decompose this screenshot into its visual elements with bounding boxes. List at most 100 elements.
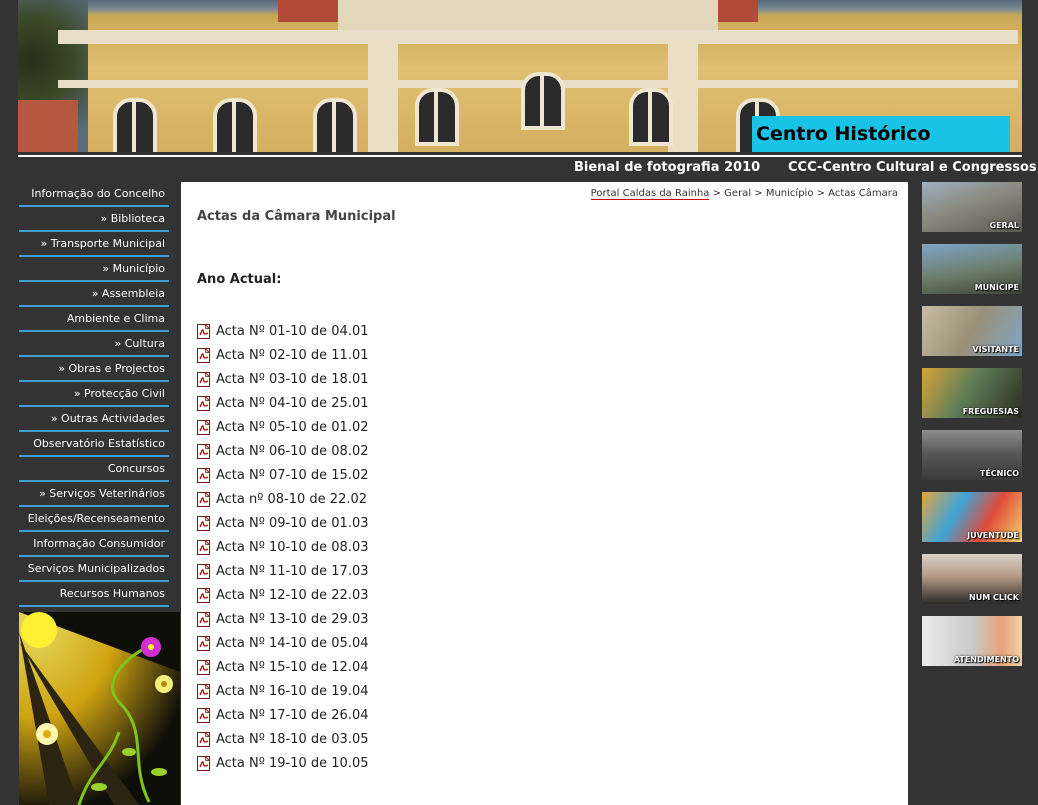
acta-link[interactable]: Acta Nº 19-10 de 10.05 [197, 751, 369, 775]
tile-label: GERAL [989, 221, 1019, 230]
pdf-file-icon [197, 707, 211, 723]
acta-link[interactable]: Acta Nº 11-10 de 17.03 [197, 559, 369, 583]
acta-link[interactable]: Acta Nº 13-10 de 29.03 [197, 607, 369, 631]
tile-num-click[interactable]: NUM CLICK [922, 554, 1022, 604]
tile-label: ATENDIMENTO [953, 655, 1019, 664]
pdf-file-icon [197, 443, 211, 459]
acta-label: Acta Nº 13-10 de 29.03 [216, 611, 369, 627]
tile-label: NUM CLICK [969, 593, 1019, 602]
pdf-file-icon [197, 323, 211, 339]
pdf-file-icon [197, 731, 211, 747]
pdf-file-icon [197, 515, 211, 531]
tile-label: FREGUESIAS [962, 407, 1019, 416]
pdf-file-icon [197, 395, 211, 411]
acta-link[interactable]: Acta Nº 02-10 de 11.01 [197, 343, 369, 367]
acta-label: Acta Nº 14-10 de 05.04 [216, 635, 369, 651]
tile-label: JUVENTUDE [967, 531, 1019, 540]
acta-label: Acta Nº 16-10 de 19.04 [216, 683, 369, 699]
acta-label: Acta Nº 15-10 de 12.04 [216, 659, 369, 675]
acta-link[interactable]: Acta Nº 04-10 de 25.01 [197, 391, 369, 415]
decorative-sun-flowers-image [19, 612, 180, 805]
acta-label: Acta nº 08-10 de 22.02 [216, 491, 368, 507]
tile-municipe[interactable]: MUNÍCIPE [922, 244, 1022, 294]
acta-label: Acta Nº 09-10 de 01.03 [216, 515, 369, 531]
acta-link[interactable]: Acta Nº 10-10 de 08.03 [197, 535, 369, 559]
acta-label: Acta Nº 10-10 de 08.03 [216, 539, 369, 555]
tile-freguesias[interactable]: FREGUESIAS [922, 368, 1022, 418]
acta-label: Acta Nº 06-10 de 08.02 [216, 443, 369, 459]
tile-juventude[interactable]: JUVENTUDE [922, 492, 1022, 542]
tile-tecnico[interactable]: TÉCNICO [922, 430, 1022, 480]
pdf-file-icon [197, 539, 211, 555]
banner-title: Centro Histórico [752, 116, 1010, 152]
nav-item-informacao-concelho[interactable]: Informação do Concelho [19, 182, 169, 207]
tile-visitante[interactable]: VISITANTE [922, 306, 1022, 356]
nav-item-observatorio-estatistico[interactable]: Observatório Estatístico [19, 432, 169, 457]
acta-link[interactable]: Acta Nº 05-10 de 01.02 [197, 415, 369, 439]
nav-item-biblioteca[interactable]: » Biblioteca [19, 207, 169, 232]
pdf-file-icon [197, 467, 211, 483]
nav-item-informacao-consumidor[interactable]: Informação Consumidor [19, 532, 169, 557]
acta-label: Acta Nº 18-10 de 03.05 [216, 731, 369, 747]
nav-item-proteccao-civil[interactable]: » Protecção Civil [19, 382, 169, 407]
acta-link[interactable]: Acta Nº 18-10 de 03.05 [197, 727, 369, 751]
breadcrumb: Portal Caldas da Rainha > Geral > Municí… [590, 188, 898, 200]
nav-item-municipio[interactable]: » Município [19, 257, 169, 282]
nav-item-ambiente-clima[interactable]: Ambiente e Clima [19, 307, 169, 332]
header-banner: Centro Histórico [18, 0, 1022, 152]
acta-label: Acta Nº 12-10 de 22.03 [216, 587, 369, 603]
header-divider [18, 155, 1022, 157]
acta-label: Acta Nº 01-10 de 04.01 [216, 323, 369, 339]
tile-atendimento[interactable]: ATENDIMENTO [922, 616, 1022, 666]
pdf-file-icon [197, 683, 211, 699]
nav-item-recursos-humanos[interactable]: Recursos Humanos [19, 582, 169, 607]
acta-link[interactable]: Acta Nº 06-10 de 08.02 [197, 439, 369, 463]
breadcrumb-trail: > Geral > Município > Actas Câmara [709, 188, 898, 199]
page-title: Actas da Câmara Municipal [197, 209, 396, 224]
tile-label: TÉCNICO [979, 469, 1019, 478]
acta-link[interactable]: Acta Nº 14-10 de 05.04 [197, 631, 369, 655]
nav-item-obras-projectos[interactable]: » Obras e Projectos [19, 357, 169, 382]
breadcrumb-home-link[interactable]: Portal Caldas da Rainha [590, 188, 710, 200]
pdf-file-icon [197, 659, 211, 675]
acta-link[interactable]: Acta Nº 15-10 de 12.04 [197, 655, 369, 679]
pdf-file-icon [197, 635, 211, 651]
left-navigation: Informação do Concelho » Biblioteca » Tr… [19, 182, 169, 607]
right-navigation: GERAL MUNÍCIPE VISITANTE FREGUESIAS TÉCN… [922, 182, 1022, 678]
pdf-file-icon [197, 611, 211, 627]
acta-label: Acta Nº 05-10 de 01.02 [216, 419, 369, 435]
acta-link[interactable]: Acta Nº 03-10 de 18.01 [197, 367, 369, 391]
pdf-file-icon [197, 347, 211, 363]
tile-geral[interactable]: GERAL [922, 182, 1022, 232]
pdf-file-icon [197, 587, 211, 603]
nav-item-eleicoes-recenseamento[interactable]: Eleições/Recenseamento [19, 507, 169, 532]
acta-link[interactable]: Acta Nº 16-10 de 19.04 [197, 679, 369, 703]
tile-label: MUNÍCIPE [974, 283, 1019, 292]
acta-label: Acta Nº 17-10 de 26.04 [216, 707, 369, 723]
acta-link[interactable]: Acta Nº 01-10 de 04.01 [197, 319, 369, 343]
acta-label: Acta Nº 19-10 de 10.05 [216, 755, 369, 771]
main-content: Portal Caldas da Rainha > Geral > Municí… [181, 182, 908, 805]
acta-label: Acta Nº 03-10 de 18.01 [216, 371, 369, 387]
nav-item-cultura[interactable]: » Cultura [19, 332, 169, 357]
acta-label: Acta Nº 02-10 de 11.01 [216, 347, 369, 363]
section-title: Ano Actual: [197, 272, 282, 287]
acta-label: Acta Nº 07-10 de 15.02 [216, 467, 369, 483]
nav-item-servicos-municipalizados[interactable]: Serviços Municipalizados [19, 557, 169, 582]
acta-link[interactable]: Acta Nº 07-10 de 15.02 [197, 463, 369, 487]
acta-link[interactable]: Acta Nº 12-10 de 22.03 [197, 583, 369, 607]
acta-link[interactable]: Acta Nº 17-10 de 26.04 [197, 703, 369, 727]
nav-item-concursos[interactable]: Concursos [19, 457, 169, 482]
nav-item-outras-actividades[interactable]: » Outras Actividades [19, 407, 169, 432]
link-bienal-fotografia[interactable]: Bienal de fotografia 2010 [574, 160, 760, 175]
pdf-file-icon [197, 563, 211, 579]
acta-link[interactable]: Acta nº 08-10 de 22.02 [197, 487, 369, 511]
nav-item-transporte-municipal[interactable]: » Transporte Municipal [19, 232, 169, 257]
pdf-file-icon [197, 491, 211, 507]
pdf-file-icon [197, 419, 211, 435]
nav-item-assembleia[interactable]: » Assembleia [19, 282, 169, 307]
link-ccc[interactable]: CCC-Centro Cultural e Congressos [788, 160, 1037, 175]
acta-link[interactable]: Acta Nº 09-10 de 01.03 [197, 511, 369, 535]
nav-item-servicos-veterinarios[interactable]: » Serviços Veterinários [19, 482, 169, 507]
tile-label: VISITANTE [972, 345, 1019, 354]
